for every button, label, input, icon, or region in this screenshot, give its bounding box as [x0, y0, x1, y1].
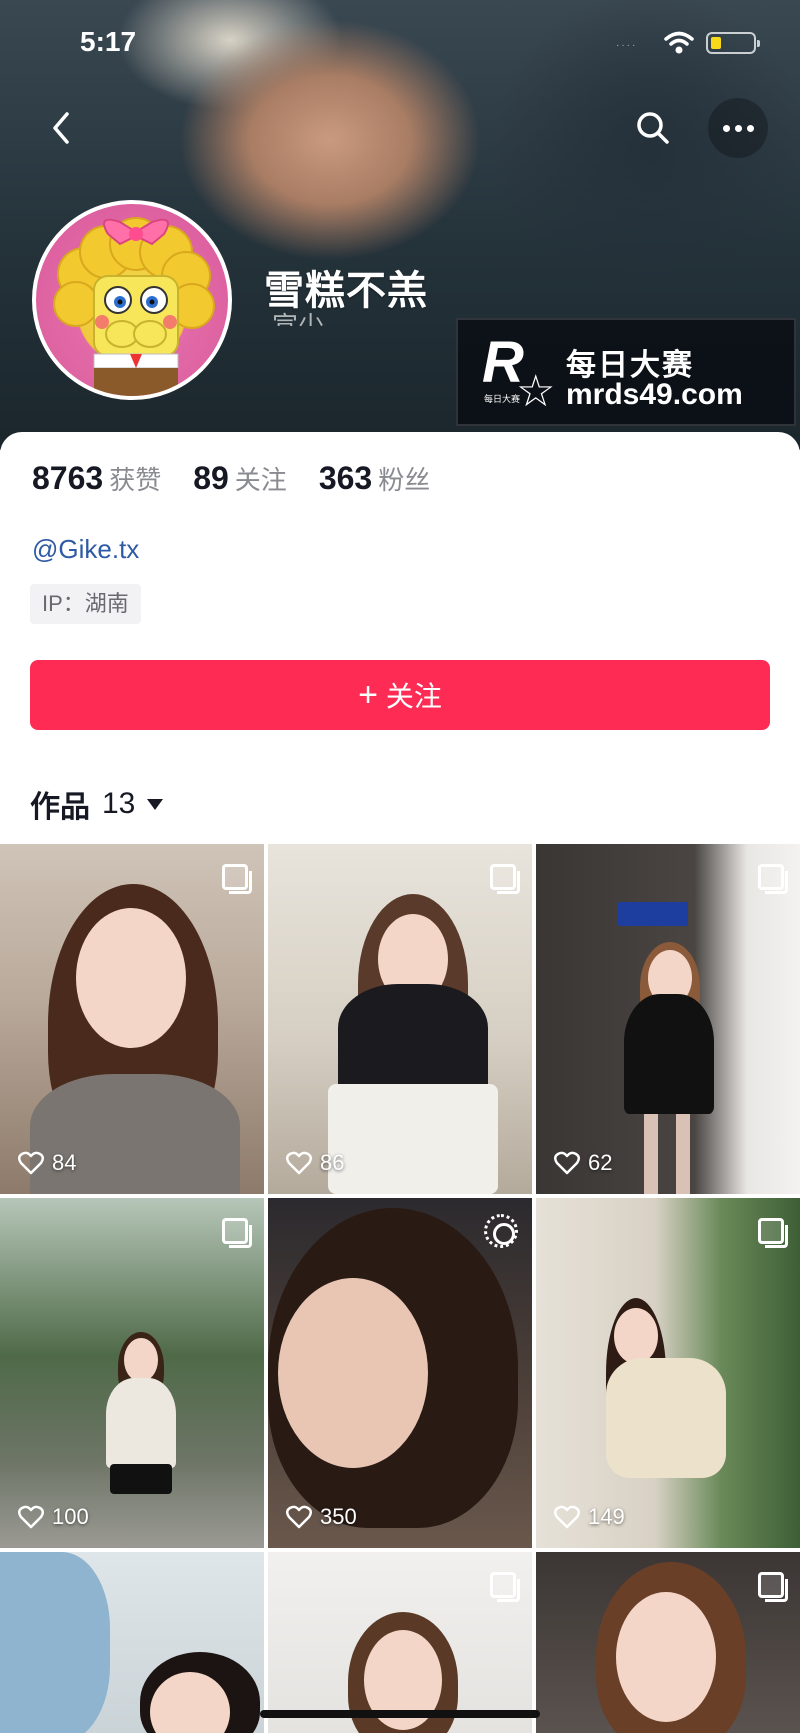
home-indicator[interactable]: [260, 1710, 540, 1718]
stat-value: 363: [318, 460, 373, 496]
plus-icon: +: [358, 676, 378, 714]
post-tile[interactable]: 350: [268, 1198, 532, 1548]
post-photo: [0, 1198, 264, 1548]
profile-subtitle: 宣少: [272, 311, 325, 326]
status-bar: 5:17 ····: [0, 0, 800, 86]
post-photo: [536, 1198, 800, 1548]
post-likes: 86: [286, 1150, 344, 1176]
stat-likes[interactable]: 8763 获赞: [32, 460, 161, 497]
stat-following[interactable]: 89 关注: [193, 460, 287, 497]
post-tile[interactable]: 149: [536, 1198, 800, 1548]
status-time: 5:17: [80, 26, 137, 57]
post-photo: [536, 844, 800, 1194]
stat-label: 关注: [234, 465, 287, 495]
multi-image-icon: [222, 864, 252, 894]
heart-icon: [286, 1151, 312, 1175]
likes-count: 100: [52, 1504, 89, 1529]
post-likes: 84: [18, 1150, 76, 1176]
watermark-banner: R ☆ 每日大赛 每日大赛 mrds49.com: [456, 318, 796, 426]
live-photo-icon: [484, 1214, 518, 1248]
stat-followers[interactable]: 363 粉丝: [319, 460, 430, 497]
stat-label: 获赞: [109, 465, 162, 495]
stat-value: 89: [193, 460, 229, 496]
post-photo: [268, 1198, 532, 1548]
watermark-logo: R ☆ 每日大赛: [482, 330, 556, 416]
post-likes: 100: [18, 1504, 89, 1530]
likes-count: 86: [320, 1150, 345, 1175]
post-photo: [0, 1552, 264, 1733]
back-button[interactable]: [36, 100, 86, 156]
ip-location-tag: IP：湖南: [30, 584, 141, 624]
post-likes: 149: [554, 1504, 625, 1530]
post-tile[interactable]: 62: [536, 844, 800, 1194]
multi-image-icon: [490, 1572, 520, 1602]
heart-icon: [554, 1505, 580, 1529]
profile-stats: 8763 获赞 89 关注 363 粉丝: [32, 460, 462, 497]
heart-icon: [286, 1505, 312, 1529]
heart-icon: [18, 1505, 44, 1529]
post-tile[interactable]: [268, 1552, 532, 1733]
multi-image-icon: [758, 1218, 788, 1248]
likes-count: 350: [320, 1504, 357, 1529]
search-icon: [637, 112, 669, 144]
search-button[interactable]: [628, 100, 678, 156]
likes-count: 62: [588, 1150, 613, 1175]
caret-down-icon: [147, 798, 164, 810]
likes-count: 84: [52, 1150, 77, 1175]
multi-image-icon: [758, 1572, 788, 1602]
post-likes: 62: [554, 1150, 612, 1176]
heart-icon: [554, 1151, 580, 1175]
watermark-url: mrds49.com: [566, 378, 743, 411]
more-icon: [722, 124, 754, 132]
profile-cover: 5:17 ···· 雪糕不羔 宣少 R ☆ 每日大赛 每日大赛 mrds49.c…: [0, 0, 800, 450]
post-tile[interactable]: 84: [0, 844, 264, 1194]
stat-value: 8763: [32, 460, 104, 496]
stat-label: 粉丝: [378, 465, 431, 495]
likes-count: 149: [588, 1504, 625, 1529]
user-handle[interactable]: @Gike.tx: [32, 534, 139, 565]
works-count: 13: [102, 787, 136, 820]
follow-label: 关注: [385, 681, 442, 712]
post-tile[interactable]: 86: [268, 844, 532, 1194]
multi-image-icon: [222, 1218, 252, 1248]
avatar[interactable]: [32, 200, 232, 400]
multi-image-icon: [490, 864, 520, 894]
more-options-button[interactable]: [708, 98, 768, 158]
post-tile[interactable]: [0, 1552, 264, 1733]
signal-icon: ····: [616, 40, 638, 51]
tab-works[interactable]: 作品 13: [30, 782, 164, 826]
post-photo: [0, 844, 264, 1194]
heart-icon: [18, 1151, 44, 1175]
post-tile[interactable]: [536, 1552, 800, 1733]
star-icon: ☆: [516, 367, 556, 416]
chevron-left-icon: [53, 112, 69, 144]
post-likes: 350: [286, 1504, 357, 1530]
post-tile[interactable]: 100: [0, 1198, 264, 1548]
avatar-illustration: [53, 217, 215, 396]
post-photo: [268, 844, 532, 1194]
battery-icon: [706, 32, 760, 54]
wifi-icon: [664, 31, 694, 54]
multi-image-icon: [758, 864, 788, 894]
follow-button[interactable]: + 关注: [30, 660, 770, 730]
works-label: 作品: [30, 791, 90, 824]
